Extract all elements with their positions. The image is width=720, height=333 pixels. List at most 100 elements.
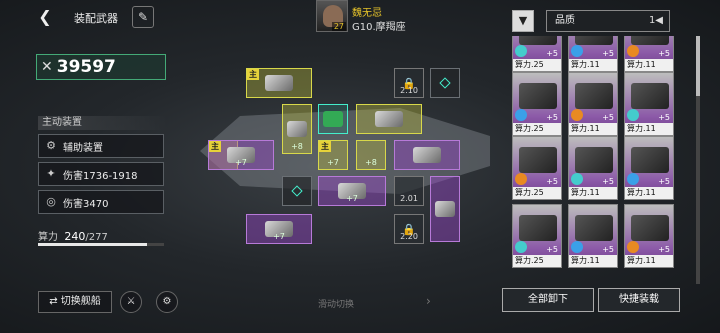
element-badge-icon (627, 173, 639, 185)
active-device-label: 主动装置 (38, 116, 168, 130)
weapon-slot[interactable]: +7 (318, 176, 386, 206)
inventory-scrollbar[interactable] (696, 36, 700, 284)
stat-label: 辅助装置 (63, 142, 103, 154)
captain-level: 27 (331, 22, 346, 31)
upgrade-level: +5 (658, 113, 670, 122)
weapon-slot[interactable]: +7 (246, 214, 312, 244)
weapon-icon (519, 83, 557, 109)
inventory-card[interactable]: +5 算力.11 (624, 72, 674, 136)
sort-icon[interactable]: 1◀ (649, 11, 663, 31)
weapon-slot[interactable] (430, 176, 460, 242)
stat-damage[interactable]: ◎ 伤害3470 (38, 190, 164, 214)
inventory-card[interactable]: +5 算力.11 (568, 136, 618, 200)
switch-ship-button[interactable]: ⇄ 切换舰船 (38, 291, 112, 313)
combat-power-value: 39597 (56, 57, 116, 77)
upgrade-level: +7 (327, 158, 339, 167)
compute-cost: 算力.11 (625, 123, 673, 135)
weapon-icon (435, 201, 455, 217)
quick-equip-button[interactable]: 快捷装载 (598, 288, 680, 312)
slide-hint: 滑动切换 (318, 300, 355, 310)
captain-slot[interactable] (318, 104, 348, 134)
compute-cost: 算力.11 (625, 187, 673, 199)
slide-arrow-icon: › (426, 294, 431, 308)
inventory-card[interactable]: +5 算力.11 (624, 204, 674, 268)
locked-slot[interactable]: 🔒 2.20 (394, 214, 424, 244)
diamond-icon (439, 77, 451, 89)
back-button[interactable]: ❮ (36, 8, 54, 26)
weapon-icon (519, 36, 557, 45)
damage-icon: ✦ (46, 167, 56, 180)
empty-slot[interactable] (282, 176, 312, 206)
weapon-slot[interactable]: 主 +7 (318, 140, 348, 170)
weapon-slot[interactable] (394, 140, 460, 170)
lock-value: 2.01 (400, 194, 418, 203)
compute-cost: 算力.25 (513, 59, 561, 71)
weapon-slot[interactable]: +8 (356, 140, 386, 170)
element-badge-icon (571, 109, 583, 121)
weapon-icon (631, 36, 669, 45)
compute-cost: 算力.11 (569, 187, 617, 199)
inventory-card[interactable]: +5 算力.11 (624, 136, 674, 200)
element-badge-icon (627, 241, 639, 253)
weapon-slot[interactable]: 主 (246, 68, 312, 98)
element-badge-icon (515, 109, 527, 121)
inventory-card[interactable]: +5 算力.11 (568, 204, 618, 268)
element-badge-icon (571, 45, 583, 57)
locked-slot[interactable]: 2.01 (394, 176, 424, 206)
weapon-slot[interactable]: 主 +7 (208, 140, 274, 170)
inventory-card[interactable]: +5 算力.11 (568, 36, 618, 72)
upgrade-level: +5 (658, 177, 670, 186)
swords-circle-icon[interactable]: ⚔ (120, 291, 142, 313)
weapon-icon (375, 111, 403, 127)
element-badge-icon (515, 45, 527, 57)
upgrade-level: +5 (602, 245, 614, 254)
diamond-icon (291, 185, 303, 197)
weapon-icon (575, 215, 613, 241)
swords-icon: ✕ (41, 59, 53, 75)
upgrade-level: +7 (273, 232, 285, 241)
target-icon: ◎ (46, 195, 56, 208)
locked-slot[interactable]: 🔒 2.10 (394, 68, 424, 98)
inventory-card[interactable]: +5 算力.25 (512, 204, 562, 268)
main-tag: 主 (209, 141, 221, 152)
inventory-card[interactable]: +5 算力.25 (512, 72, 562, 136)
emblem-circle-icon[interactable]: ⚙ (156, 291, 178, 313)
quality-select[interactable]: 品质 1◀ (546, 10, 670, 32)
stat-damage-range[interactable]: ✦ 伤害1736-1918 (38, 162, 164, 186)
lock-value: 2.10 (400, 86, 418, 95)
captain-name: 魏无忌 (352, 8, 382, 19)
element-badge-icon (571, 173, 583, 185)
weapon-icon (631, 215, 669, 241)
compute-cost: 算力.11 (625, 255, 673, 267)
filter-icon[interactable]: ▼ (512, 10, 534, 32)
upgrade-level: +5 (602, 49, 614, 58)
weapon-icon (575, 36, 613, 45)
compute-used: 240 (64, 230, 86, 243)
inventory-card[interactable]: +5 算力.11 (624, 36, 674, 72)
inventory-card[interactable]: +5 算力.11 (568, 72, 618, 136)
inventory-card[interactable]: +5 算力.25 (512, 36, 562, 72)
captain-avatar[interactable]: 27 (316, 0, 348, 32)
gear-icon: ⚙ (46, 139, 56, 152)
stat-aux-device[interactable]: ⚙ 辅助装置 (38, 134, 164, 158)
upgrade-level: +5 (546, 177, 558, 186)
compute-label: 算力 (38, 232, 58, 243)
upgrade-level: +8 (365, 158, 377, 167)
page-title: 装配武器 (74, 12, 118, 25)
weapon-slot[interactable]: +8 (282, 104, 312, 154)
upgrade-level: +5 (546, 113, 558, 122)
empty-slot[interactable] (430, 68, 460, 98)
scroll-thumb[interactable] (696, 36, 700, 96)
stat-label: 伤害1736-1918 (63, 170, 138, 182)
weapon-slot[interactable] (356, 104, 422, 134)
upgrade-level: +5 (546, 245, 558, 254)
quality-label: 品质 (555, 15, 575, 26)
compute-cost: 算力.11 (569, 255, 617, 267)
inventory-grid[interactable]: +5 算力.25 +5 算力.11 +5 算力.11 +5 算力.25 +5 算力.11 +5 算力.… (508, 36, 688, 284)
inventory-card[interactable]: +5 算力.25 (512, 136, 562, 200)
element-badge-icon (627, 109, 639, 121)
edit-icon[interactable]: ✎ (132, 6, 154, 28)
upgrade-level: +7 (346, 194, 358, 203)
element-badge-icon (627, 45, 639, 57)
unload-all-button[interactable]: 全部卸下 (502, 288, 594, 312)
